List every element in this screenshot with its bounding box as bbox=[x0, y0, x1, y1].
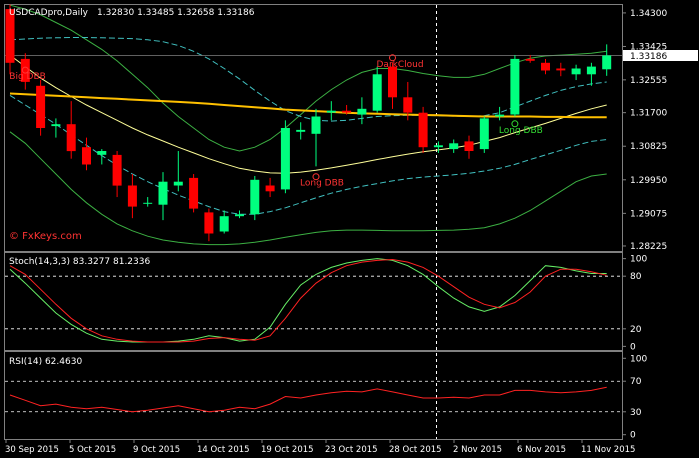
bullish-candle bbox=[296, 129, 306, 132]
date-tick-label: 30 Sep 2015 bbox=[5, 445, 59, 455]
bearish-candle bbox=[36, 85, 46, 128]
price-tick-label: 1.34300 bbox=[630, 9, 667, 19]
bullish-candle bbox=[479, 118, 489, 150]
bullish-candle bbox=[51, 124, 61, 127]
bullish-candle bbox=[433, 145, 443, 148]
pattern-annotation: Long DBB bbox=[300, 179, 344, 189]
bullish-candle bbox=[280, 128, 290, 190]
current-price-label: 1.33186 bbox=[630, 52, 667, 62]
oscillator-tick-label: 0 bbox=[630, 342, 636, 352]
bearish-candle bbox=[127, 185, 137, 207]
bearish-candle bbox=[189, 177, 199, 209]
bullish-candle bbox=[449, 143, 459, 150]
stochastic-title: Stoch(14,3,3) 83.3277 81.2336 bbox=[9, 257, 150, 267]
rsi-title: RSI(14) 62.4630 bbox=[9, 357, 82, 367]
watermark-text: © FxKeys.com bbox=[9, 231, 82, 242]
pattern-annotation: Big DBB bbox=[9, 72, 46, 82]
date-tick-label: 2 Nov 2015 bbox=[453, 445, 502, 455]
oscillator-tick-label: 30 bbox=[630, 408, 642, 418]
pattern-annotation: Long DBB bbox=[499, 126, 543, 136]
bearish-candle bbox=[388, 66, 397, 98]
bullish-candle bbox=[158, 181, 168, 205]
date-tick-label: 23 Oct 2015 bbox=[325, 445, 378, 455]
oscillator-tick-label: 80 bbox=[630, 272, 642, 282]
bullish-candle bbox=[173, 181, 183, 186]
price-tick-label: 1.28225 bbox=[630, 242, 667, 252]
date-tick-label: 6 Nov 2015 bbox=[517, 445, 566, 455]
bearish-candle bbox=[82, 147, 91, 165]
bearish-candle bbox=[418, 112, 428, 148]
oscillator-tick-label: 70 bbox=[630, 377, 642, 387]
oscillator-tick-label: 100 bbox=[630, 354, 647, 364]
bearish-candle bbox=[541, 62, 550, 71]
bullish-candle bbox=[586, 66, 596, 75]
bullish-candle bbox=[326, 110, 336, 113]
ohlc-readout: 1.32830 1.33485 1.32658 1.33186 bbox=[97, 8, 255, 18]
bullish-candle bbox=[311, 116, 321, 134]
bullish-candle bbox=[219, 216, 229, 232]
price-tick-label: 1.30825 bbox=[630, 142, 667, 152]
oscillator-tick-label: 100 bbox=[630, 255, 647, 265]
date-tick-label: 19 Oct 2015 bbox=[261, 445, 314, 455]
date-tick-label: 9 Oct 2015 bbox=[133, 445, 180, 455]
date-tick-label: 14 Oct 2015 bbox=[197, 445, 250, 455]
bullish-candle bbox=[97, 151, 107, 155]
date-tick-label: 28 Oct 2015 bbox=[389, 445, 442, 455]
oscillator-tick-label: 20 bbox=[630, 325, 642, 335]
bullish-candle bbox=[235, 214, 244, 217]
bullish-candle bbox=[602, 55, 612, 70]
date-tick-label: 11 Nov 2015 bbox=[581, 445, 635, 455]
price-tick-label: 1.31700 bbox=[630, 109, 667, 119]
price-tick-label: 1.29950 bbox=[630, 176, 667, 186]
price-tick-label: 1.32555 bbox=[630, 76, 667, 86]
bullish-candle bbox=[357, 108, 367, 115]
trading-chart[interactable]: Big DBB DarkCloud Long DBB Long DBB 1.34300… bbox=[0, 0, 699, 458]
price-tick-label: 1.29075 bbox=[630, 209, 667, 219]
bearish-candle bbox=[112, 154, 122, 186]
bearish-candle bbox=[342, 110, 352, 113]
bullish-candle bbox=[510, 58, 520, 115]
bearish-candle bbox=[464, 141, 474, 151]
bullish-candle bbox=[372, 74, 382, 111]
bearish-candle bbox=[66, 124, 76, 152]
bearish-candle bbox=[525, 58, 535, 61]
pattern-annotation: DarkCloud bbox=[377, 60, 424, 70]
date-tick-label: 5 Oct 2015 bbox=[69, 445, 116, 455]
symbol-label: USDCADpro,Daily bbox=[9, 8, 89, 18]
bullish-candle bbox=[495, 114, 505, 117]
bearish-candle bbox=[403, 97, 413, 113]
bullish-candle bbox=[143, 202, 153, 204]
oscillator-tick-label: 0 bbox=[630, 431, 636, 441]
bullish-candle bbox=[250, 179, 260, 215]
bearish-candle bbox=[556, 68, 566, 71]
bearish-candle bbox=[204, 212, 214, 234]
bearish-candle bbox=[265, 185, 275, 192]
bullish-candle bbox=[571, 68, 581, 75]
